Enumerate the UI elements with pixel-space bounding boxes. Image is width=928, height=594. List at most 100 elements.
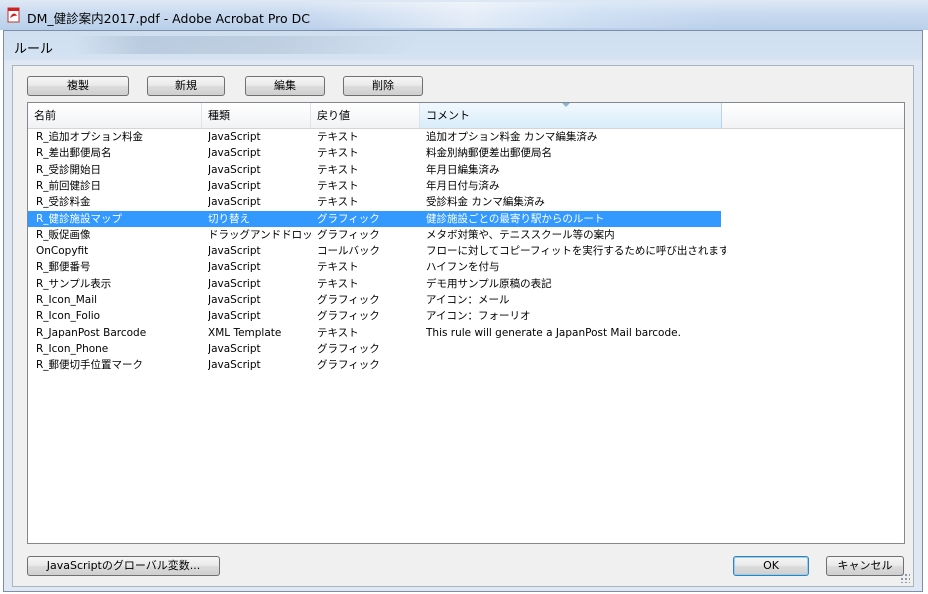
titlebar-background	[300, 2, 720, 28]
rule-return-cell: テキスト	[317, 261, 359, 273]
dialog-title-background	[74, 36, 414, 54]
rule-name-cell: R_販促画像	[36, 229, 91, 241]
duplicate-button[interactable]: 複製	[27, 76, 129, 96]
rule-return-cell: グラフィック	[317, 229, 380, 241]
rule-name-cell: R_前回健診日	[36, 180, 102, 192]
rule-type-cell: JavaScript	[208, 294, 261, 306]
rule-comment-cell	[426, 341, 726, 357]
rules-list[interactable]: 名前 種類 戻り値 コメント R_追加オプション料金 JavaScript テキスト…	[27, 102, 905, 544]
rule-return-cell: コールバック	[317, 245, 380, 257]
rule-name-cell: OnCopyfit	[36, 245, 89, 257]
javascript-globals-button[interactable]: JavaScriptのグローバル変数...	[27, 556, 220, 576]
rule-comment-cell: 追加オプション料金 カンマ編集済み	[426, 131, 598, 143]
column-header-return[interactable]: 戻り値	[311, 103, 420, 128]
dialog-title: ルール	[14, 42, 54, 57]
sort-descending-icon	[562, 103, 570, 107]
window-title: DM_健診案内2017.pdf - Adobe Acrobat Pro DC	[27, 11, 311, 26]
ok-button[interactable]: OK	[733, 556, 809, 576]
rule-comment-cell: 年月日付与済み	[426, 180, 500, 192]
column-header-comment-label: コメント	[426, 109, 470, 122]
rule-return-cell: テキスト	[317, 180, 359, 192]
rule-type-cell: JavaScript	[208, 278, 261, 290]
rule-type-cell: JavaScript	[208, 196, 261, 208]
edit-button[interactable]: 編集	[245, 76, 325, 96]
rule-comment-cell: デモ用サンプル原稿の表記	[426, 278, 552, 290]
list-item[interactable]: R_Icon_Phone JavaScript グラフィック	[28, 341, 721, 357]
rule-comment-cell: フローに対してコピーフィットを実行するために呼び出されます。	[426, 245, 726, 257]
rule-return-cell: グラフィック	[317, 359, 380, 371]
rule-comment-cell: 料金別納郵便差出郵便局名	[426, 147, 552, 159]
rule-comment-cell	[426, 357, 726, 373]
rule-comment-cell: 受診料金 カンマ編集済み	[426, 196, 545, 208]
list-item[interactable]: R_受診料金 JavaScript テキスト 受診料金 カンマ編集済み	[28, 194, 721, 210]
list-item[interactable]: R_Icon_Folio JavaScript グラフィック アイコン：フォーリオ	[28, 308, 721, 324]
rule-comment-cell: 健診施設ごとの最寄り駅からのルート	[426, 213, 605, 225]
rule-name-cell: R_受診開始日	[36, 164, 102, 176]
rule-type-cell: JavaScript	[208, 147, 261, 159]
resize-grip-icon[interactable]	[900, 573, 910, 583]
rule-name-cell: R_受診料金	[36, 196, 91, 208]
rule-type-cell: JavaScript	[208, 310, 261, 322]
rule-type-cell: JavaScript	[208, 359, 261, 371]
rule-type-cell: JavaScript	[208, 131, 261, 143]
list-item[interactable]: R_郵便切手位置マーク JavaScript グラフィック	[28, 357, 721, 373]
rule-return-cell: グラフィック	[317, 213, 380, 225]
delete-button[interactable]: 削除	[343, 76, 423, 96]
column-header-comment[interactable]: コメント	[420, 103, 722, 128]
rule-comment-cell: アイコン：メール	[426, 294, 510, 306]
rule-name-cell: R_差出郵便局名	[36, 147, 112, 159]
column-header-name[interactable]: 名前	[28, 103, 202, 128]
rule-name-cell: R_郵便番号	[36, 261, 91, 273]
rule-type-cell: JavaScript	[208, 261, 261, 273]
rule-return-cell: グラフィック	[317, 343, 380, 355]
rule-comment-cell: アイコン：フォーリオ	[426, 310, 531, 322]
list-header: 名前 種類 戻り値 コメント	[28, 103, 904, 129]
list-item[interactable]: R_受診開始日 JavaScript テキスト 年月日編集済み	[28, 162, 721, 178]
list-item[interactable]: R_健診施設マップ 切り替え グラフィック 健診施設ごとの最寄り駅からのルート	[28, 211, 721, 227]
acrobat-pdf-icon	[7, 7, 20, 23]
rule-type-cell: ドラッグアンドドロップ	[208, 229, 313, 241]
rule-comment-cell: メタボ対策や、テニススクール等の案内	[426, 229, 615, 241]
rule-return-cell: テキスト	[317, 147, 359, 159]
rule-name-cell: R_追加オプション料金	[36, 131, 144, 143]
rule-type-cell: JavaScript	[208, 164, 261, 176]
rule-name-cell: R_JapanPost Barcode	[36, 327, 147, 339]
new-button[interactable]: 新規	[147, 76, 225, 96]
rule-name-cell: R_郵便切手位置マーク	[36, 359, 144, 371]
rule-name-cell: R_Icon_Mail	[36, 294, 98, 306]
list-item[interactable]: R_販促画像 ドラッグアンドドロップ グラフィック メタボ対策や、テニススクール等の案…	[28, 227, 721, 243]
list-item[interactable]: R_Icon_Mail JavaScript グラフィック アイコン：メール	[28, 292, 721, 308]
rule-name-cell: R_Icon_Folio	[36, 310, 101, 322]
rule-name-cell: R_Icon_Phone	[36, 343, 109, 355]
column-header-type[interactable]: 種類	[202, 103, 311, 128]
rules-panel: 複製 新規 編集 削除 名前 種類 戻り値 コメント R_追加オプション料金 Ja…	[12, 65, 914, 587]
list-item[interactable]: R_前回健診日 JavaScript テキスト 年月日付与済み	[28, 178, 721, 194]
rule-comment-cell: ハイフンを付与	[426, 261, 500, 273]
rule-return-cell: テキスト	[317, 196, 359, 208]
rule-name-cell: R_健診施設マップ	[36, 213, 123, 225]
list-item[interactable]: R_郵便番号 JavaScript テキスト ハイフンを付与	[28, 259, 721, 275]
rule-type-cell: JavaScript	[208, 245, 261, 257]
rule-return-cell: グラフィック	[317, 310, 380, 322]
list-item[interactable]: OnCopyfit JavaScript コールバック フローに対してコピーフィットを…	[28, 243, 726, 259]
list-item[interactable]: R_差出郵便局名 JavaScript テキスト 料金別納郵便差出郵便局名	[28, 145, 721, 161]
rule-name-cell: R_サンプル表示	[36, 278, 112, 290]
rule-comment-cell: This rule will generate a JapanPost Mail…	[426, 327, 681, 339]
rules-dialog: ルール 複製 新規 編集 削除 名前 種類 戻り値 コメント R_追加オプション…	[3, 30, 923, 592]
list-item[interactable]: R_JapanPost Barcode XML Template テキスト This …	[28, 325, 721, 341]
rule-return-cell: テキスト	[317, 327, 359, 339]
rule-type-cell: XML Template	[208, 327, 282, 339]
rule-return-cell: テキスト	[317, 278, 359, 290]
column-header-filler	[722, 103, 904, 128]
window-titlebar: DM_健診案内2017.pdf - Adobe Acrobat Pro DC	[0, 0, 928, 30]
rule-return-cell: テキスト	[317, 164, 359, 176]
list-item[interactable]: R_追加オプション料金 JavaScript テキスト 追加オプション料金 カンマ編集…	[28, 129, 721, 145]
rule-comment-cell: 年月日編集済み	[426, 164, 500, 176]
rule-type-cell: 切り替え	[208, 213, 250, 225]
rule-type-cell: JavaScript	[208, 180, 261, 192]
rule-type-cell: JavaScript	[208, 343, 261, 355]
cancel-button[interactable]: キャンセル	[826, 556, 904, 576]
rule-return-cell: グラフィック	[317, 294, 380, 306]
rule-return-cell: テキスト	[317, 131, 359, 143]
list-item[interactable]: R_サンプル表示 JavaScript テキスト デモ用サンプル原稿の表記	[28, 276, 721, 292]
